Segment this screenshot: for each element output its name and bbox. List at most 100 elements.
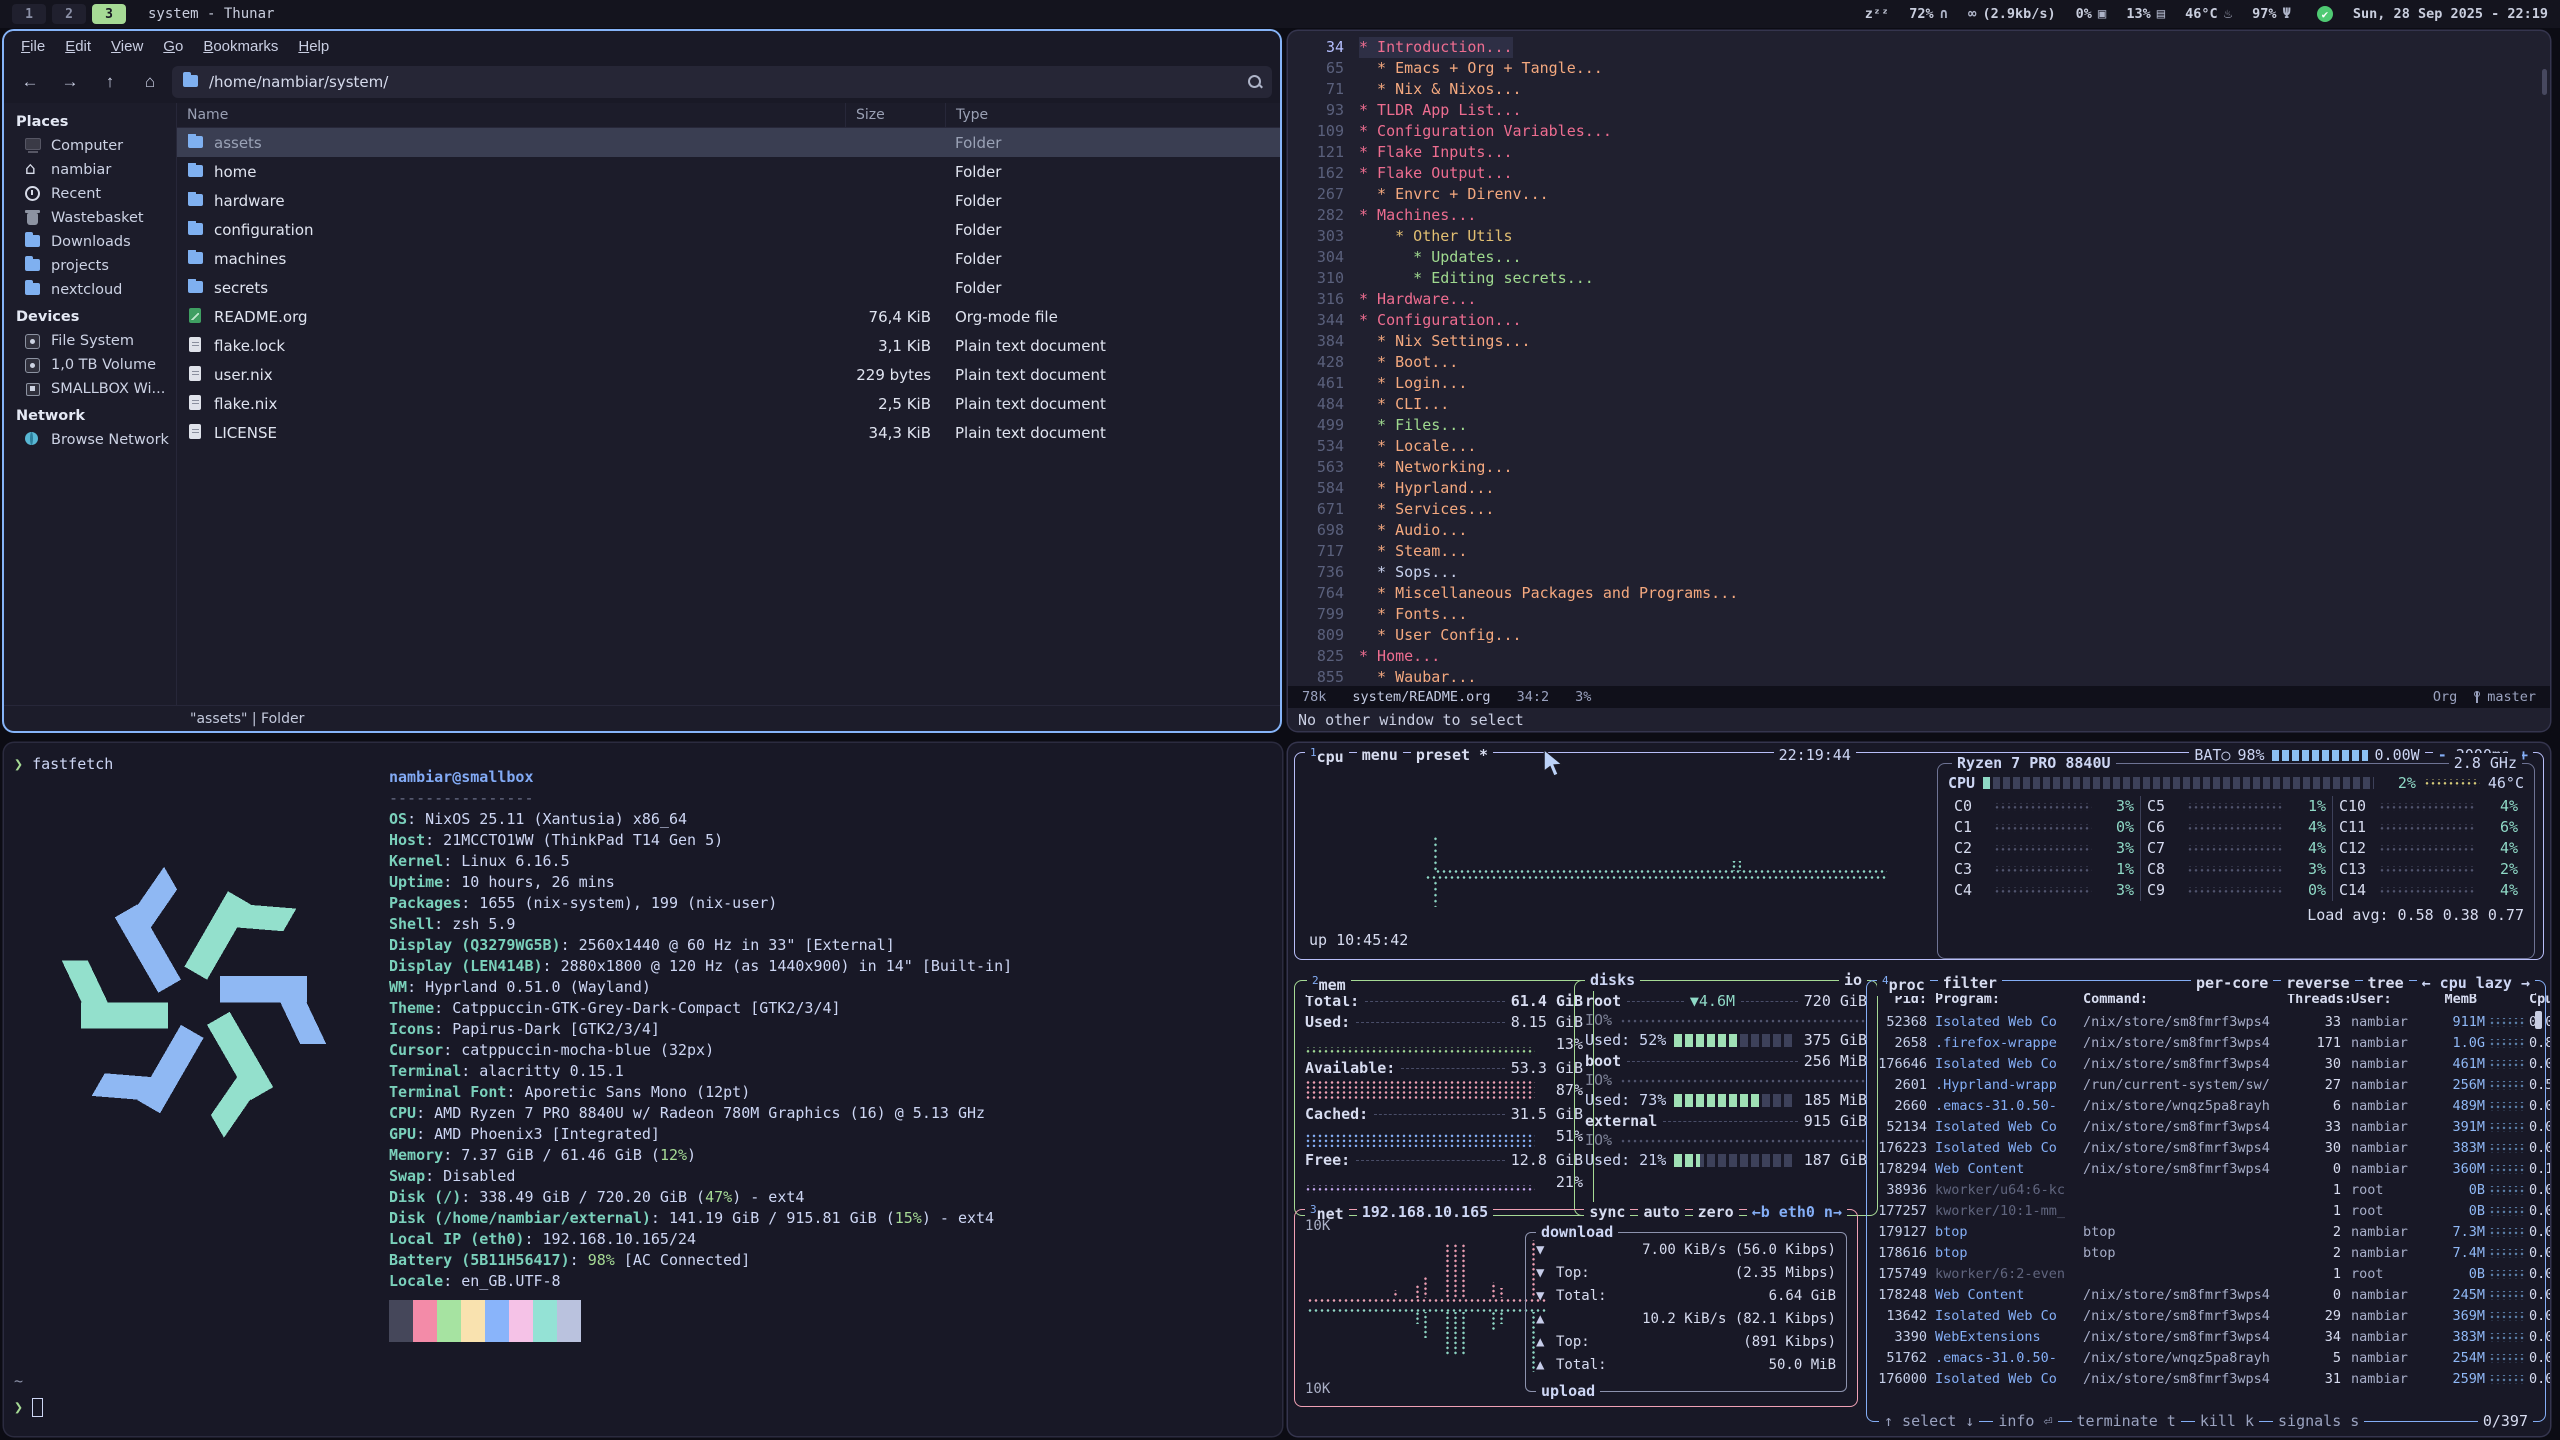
file-row-user-nix[interactable]: user.nix229 bytesPlain text document bbox=[177, 360, 1280, 389]
process-row[interactable]: 38936kworker/u64:6-kc1root0B0.0 bbox=[1867, 1180, 2545, 1201]
sidebar-item-recent[interactable]: Recent bbox=[4, 182, 176, 206]
file-row-hardware[interactable]: hardwareFolder bbox=[177, 186, 1280, 215]
column-header-type[interactable]: Type bbox=[945, 103, 1280, 127]
process-row[interactable]: 52134Isolated Web Co/nix/store/sm8fmrf3w… bbox=[1867, 1117, 2545, 1138]
sidebar-item-computer[interactable]: Computer bbox=[4, 134, 176, 158]
status-module[interactable]: 13%▤ bbox=[2126, 6, 2165, 22]
net-interface-switcher[interactable]: ←b eth0 n→ bbox=[1747, 1202, 1847, 1223]
sidebar-item-nextcloud[interactable]: nextcloud bbox=[4, 278, 176, 302]
tab-preset[interactable]: preset * bbox=[1411, 745, 1493, 766]
status-module[interactable]: 0%▣ bbox=[2076, 6, 2107, 22]
file-row-assets[interactable]: assetsFolder bbox=[177, 128, 1280, 157]
net-sync-toggle[interactable]: sync bbox=[1584, 1202, 1630, 1223]
file-row-secrets[interactable]: secretsFolder bbox=[177, 273, 1280, 302]
tab-menu[interactable]: menu bbox=[1357, 745, 1403, 766]
column-header-size[interactable]: Size bbox=[845, 103, 945, 127]
net-auto-toggle[interactable]: auto bbox=[1638, 1202, 1684, 1223]
org-buffer[interactable]: 34* Introduction...65* Emacs + Org + Tan… bbox=[1288, 31, 2550, 685]
workspace-2[interactable]: 2 bbox=[52, 4, 86, 24]
process-row[interactable]: 13642Isolated Web Co/nix/store/sm8fmrf3w… bbox=[1867, 1306, 2545, 1327]
process-row[interactable]: 177257kworker/10:1-mm_1root0B0.0 bbox=[1867, 1201, 2545, 1222]
process-row[interactable]: 178248Web Content/nix/store/sm8fmrf3wps4… bbox=[1867, 1285, 2545, 1306]
status-module[interactable]: 72%∩ bbox=[1909, 6, 1948, 22]
terminal-content[interactable]: ❯ fastfetch nambiar@smallbox------------… bbox=[4, 743, 1282, 1436]
process-row[interactable]: 2658.firefox-wrappe/nix/store/sm8fmrf3wp… bbox=[1867, 1033, 2545, 1054]
menu-bookmarks[interactable]: Bookmarks bbox=[194, 35, 287, 58]
back-button[interactable]: ← bbox=[12, 67, 48, 97]
file-row-home[interactable]: homeFolder bbox=[177, 157, 1280, 186]
process-row[interactable]: 179127btopbtop2nambiar7.3M0.0 bbox=[1867, 1222, 2545, 1243]
proc-reverse-toggle[interactable]: reverse bbox=[2281, 973, 2354, 994]
shell-prompt-current[interactable]: ❯ bbox=[14, 1397, 43, 1418]
process-row[interactable]: 175749kworker/6:2-even1root0B0.0 bbox=[1867, 1264, 2545, 1285]
proc-footer-action[interactable]: kill k bbox=[2195, 1411, 2259, 1432]
emacs-scrollbar[interactable] bbox=[2542, 69, 2547, 95]
tab-cpu[interactable]: 1cpu bbox=[1305, 743, 1349, 768]
file-row-flake-nix[interactable]: flake.nix2,5 KiBPlain text document bbox=[177, 389, 1280, 418]
workspace-1[interactable]: 1 bbox=[12, 4, 46, 24]
column-header-name[interactable]: Name bbox=[177, 103, 845, 127]
file-row-license[interactable]: LICENSE34,3 KiBPlain text document bbox=[177, 418, 1280, 447]
forward-button[interactable]: → bbox=[52, 67, 88, 97]
proc-footer-action[interactable]: terminate t bbox=[2072, 1411, 2181, 1432]
interval-decrease[interactable]: - bbox=[2438, 746, 2447, 764]
sidebar-item-projects[interactable]: projects bbox=[4, 254, 176, 278]
tab-mem[interactable]: 2mem bbox=[1307, 970, 1351, 996]
menu-file[interactable]: File bbox=[12, 35, 54, 58]
status-module[interactable]: zᶻᶻ bbox=[1865, 6, 1889, 22]
tab-proc[interactable]: 4proc bbox=[1877, 970, 1930, 996]
org-heading-text: * Services... bbox=[1377, 499, 1494, 520]
sidebar-item-nambiar[interactable]: nambiar bbox=[4, 158, 176, 182]
process-row[interactable]: 178616btopbtop2nambiar7.4M0.0 bbox=[1867, 1243, 2545, 1264]
file-row-flake-lock[interactable]: flake.lock3,1 KiBPlain text document bbox=[177, 331, 1280, 360]
process-row[interactable]: 176646Isolated Web Co/nix/store/sm8fmrf3… bbox=[1867, 1054, 2545, 1075]
process-row[interactable]: 176223Isolated Web Co/nix/store/sm8fmrf3… bbox=[1867, 1138, 2545, 1159]
line-number: 499 bbox=[1294, 415, 1359, 436]
fastfetch-line: CPU: AMD Ryzen 7 PRO 8840U w/ Radeon 780… bbox=[389, 1103, 1012, 1124]
workspace-3[interactable]: 3 bbox=[92, 4, 126, 24]
status-module[interactable]: ✔ bbox=[2311, 6, 2333, 22]
process-row[interactable]: 3390WebExtensions/nix/store/sm8fmrf3wps4… bbox=[1867, 1327, 2545, 1348]
path-field[interactable]: /home/nambiar/system/ bbox=[172, 66, 1272, 98]
proc-percore-toggle[interactable]: per-core bbox=[2191, 973, 2273, 994]
process-row[interactable]: 178294Web Content/nix/store/sm8fmrf3wps4… bbox=[1867, 1159, 2545, 1180]
process-row[interactable]: 51762.emacs-31.0.50-/nix/store/wnqz5pa8r… bbox=[1867, 1348, 2545, 1369]
file-row-machines[interactable]: machinesFolder bbox=[177, 244, 1280, 273]
process-row[interactable]: 2601.Hyprland-wrapp/run/current-system/s… bbox=[1867, 1075, 2545, 1096]
status-module[interactable]: 46°C♨ bbox=[2185, 6, 2232, 22]
process-row[interactable]: 52368Isolated Web Co/nix/store/sm8fmrf3w… bbox=[1867, 1012, 2545, 1033]
proc-tree-toggle[interactable]: tree bbox=[2363, 973, 2409, 994]
file-type: Folder bbox=[945, 192, 1280, 210]
status-module[interactable]: ∞(2.9kb/s) bbox=[1968, 6, 2056, 22]
search-icon[interactable] bbox=[1248, 75, 1262, 89]
sidebar-item-1-0-tb-volume[interactable]: 1,0 TB Volume bbox=[4, 353, 176, 377]
sidebar-item-downloads[interactable]: Downloads bbox=[4, 230, 176, 254]
file-row-readme-org[interactable]: README.org76,4 KiBOrg-mode file bbox=[177, 302, 1280, 331]
proc-footer-action[interactable]: signals s bbox=[2273, 1411, 2364, 1432]
proc-sort-selector[interactable]: ← cpu lazy → bbox=[2417, 973, 2535, 994]
sidebar-item-browse-network[interactable]: Browse Network bbox=[4, 428, 176, 452]
status-module[interactable]: 97%Ψ bbox=[2252, 6, 2291, 22]
menu-go[interactable]: Go bbox=[154, 35, 192, 58]
menu-view[interactable]: View bbox=[102, 35, 152, 58]
file-row-configuration[interactable]: configurationFolder bbox=[177, 215, 1280, 244]
net-zero-toggle[interactable]: zero bbox=[1693, 1202, 1739, 1223]
io-toggle[interactable]: io bbox=[1839, 970, 1867, 991]
sidebar-item-file-system[interactable]: File System bbox=[4, 329, 176, 353]
proc-scrollbar-thumb[interactable] bbox=[2535, 1011, 2542, 1029]
file-name: home bbox=[214, 163, 257, 181]
sidebar-header-network: Network bbox=[4, 401, 176, 428]
up-button[interactable]: ↑ bbox=[92, 67, 128, 97]
proc-filter[interactable]: filter bbox=[1938, 973, 2002, 994]
menu-edit[interactable]: Edit bbox=[56, 35, 100, 58]
proc-footer-action[interactable]: ↑ select ↓ bbox=[1879, 1411, 1979, 1432]
clock[interactable]: Sun, 28 Sep 2025 - 22:19 bbox=[2353, 6, 2548, 22]
sidebar-item-smallbox-wi-[interactable]: SMALLBOX Wi... bbox=[4, 377, 176, 401]
folder-icon bbox=[24, 258, 42, 274]
sidebar-item-wastebasket[interactable]: Wastebasket bbox=[4, 206, 176, 230]
process-row[interactable]: 176000Isolated Web Co/nix/store/sm8fmrf3… bbox=[1867, 1369, 2545, 1390]
home-button[interactable]: ⌂ bbox=[132, 67, 168, 97]
menu-help[interactable]: Help bbox=[289, 35, 338, 58]
process-row[interactable]: 2660.emacs-31.0.50-/nix/store/wnqz5pa8ra… bbox=[1867, 1096, 2545, 1117]
proc-footer-action[interactable]: info ⏎ bbox=[1993, 1411, 2057, 1432]
